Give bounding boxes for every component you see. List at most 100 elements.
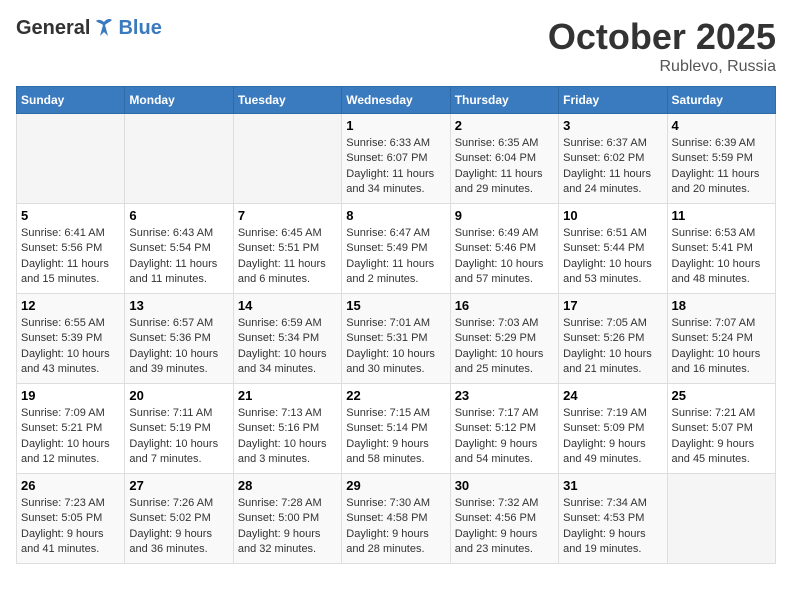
calendar-cell: 29 Sunrise: 7:30 AM Sunset: 4:58 PM Dayli… [342,474,450,564]
day-content: Sunrise: 7:01 AM Sunset: 5:31 PM Dayligh… [346,316,445,378]
day-content: Sunrise: 6:47 AM Sunset: 5:49 PM Dayligh… [346,226,445,288]
calendar-cell: 3Sunrise: 6:37 AM Sunset: 6:02 PM Daylig… [559,114,667,204]
day-content: Sunrise: 6:35 AM Sunset: 6:04 PM Dayligh… [455,136,554,198]
day-number: 10 [563,208,662,223]
calendar-cell: 30 Sunrise: 7:32 AM Sunset: 4:56 PM Dayli… [450,474,558,564]
calendar-cell: 16 Sunrise: 7:03 AM Sunset: 5:29 PM Dayli… [450,294,558,384]
calendar-cell [125,114,233,204]
day-number: 23 [455,388,554,403]
day-content: Sunrise: 6:33 AM Sunset: 6:07 PM Dayligh… [346,136,445,198]
calendar-week-4: 19Sunrise: 7:09 AM Sunset: 5:21 PM Dayli… [17,384,776,474]
day-number: 13 [129,298,228,313]
calendar-cell [667,474,775,564]
calendar-cell: 8Sunrise: 6:47 AM Sunset: 5:49 PM Daylig… [342,204,450,294]
calendar-cell: 5 Sunrise: 6:41 AM Sunset: 5:56 PM Daylig… [17,204,125,294]
calendar-table: SundayMondayTuesdayWednesdayThursdayFrid… [16,86,776,564]
day-content: Sunrise: 7:13 AM Sunset: 5:16 PM Dayligh… [238,406,337,468]
calendar-cell: 22 Sunrise: 7:15 AM Sunset: 5:14 PM Dayli… [342,384,450,474]
day-content: Sunrise: 7:17 AM Sunset: 5:12 PM Dayligh… [455,406,554,468]
day-number: 16 [455,298,554,313]
calendar-cell: 4Sunrise: 6:39 AM Sunset: 5:59 PM Daylig… [667,114,775,204]
header: General Blue October 2025 Rublevo, Russi… [16,16,776,76]
day-number: 15 [346,298,445,313]
calendar-week-1: 1 Sunrise: 6:33 AM Sunset: 6:07 PM Daylig… [17,114,776,204]
weekday-header-friday: Friday [559,87,667,114]
weekday-header-row: SundayMondayTuesdayWednesdayThursdayFrid… [17,87,776,114]
calendar-cell: 12Sunrise: 6:55 AM Sunset: 5:39 PM Dayli… [17,294,125,384]
calendar-cell: 28 Sunrise: 7:28 AM Sunset: 5:00 PM Dayli… [233,474,341,564]
day-number: 9 [455,208,554,223]
day-content: Sunrise: 6:57 AM Sunset: 5:36 PM Dayligh… [129,316,228,378]
calendar-cell: 9 Sunrise: 6:49 AM Sunset: 5:46 PM Daylig… [450,204,558,294]
day-number: 17 [563,298,662,313]
day-number: 29 [346,478,445,493]
day-content: Sunrise: 6:41 AM Sunset: 5:56 PM Dayligh… [21,226,120,288]
day-content: Sunrise: 6:59 AM Sunset: 5:34 PM Dayligh… [238,316,337,378]
calendar-cell: 2Sunrise: 6:35 AM Sunset: 6:04 PM Daylig… [450,114,558,204]
day-content: Sunrise: 7:15 AM Sunset: 5:14 PM Dayligh… [346,406,445,468]
logo-general-text: General [16,17,90,40]
day-content: Sunrise: 6:43 AM Sunset: 5:54 PM Dayligh… [129,226,228,288]
calendar-cell: 31 Sunrise: 7:34 AM Sunset: 4:53 PM Dayli… [559,474,667,564]
weekday-header-saturday: Saturday [667,87,775,114]
calendar-cell: 26 Sunrise: 7:23 AM Sunset: 5:05 PM Dayli… [17,474,125,564]
logo-blue-text: Blue [118,17,161,40]
day-number: 12 [21,298,120,313]
logo-bird-icon [92,16,116,40]
day-number: 1 [346,118,445,133]
day-number: 21 [238,388,337,403]
location: Rublevo, Russia [548,58,776,76]
day-content: Sunrise: 6:53 AM Sunset: 5:41 PM Dayligh… [672,226,771,288]
weekday-header-monday: Monday [125,87,233,114]
calendar-cell: 19Sunrise: 7:09 AM Sunset: 5:21 PM Dayli… [17,384,125,474]
day-content: Sunrise: 7:21 AM Sunset: 5:07 PM Dayligh… [672,406,771,468]
day-number: 19 [21,388,120,403]
calendar-cell: 11 Sunrise: 6:53 AM Sunset: 5:41 PM Dayli… [667,204,775,294]
calendar-cell: 24Sunrise: 7:19 AM Sunset: 5:09 PM Dayli… [559,384,667,474]
day-content: Sunrise: 7:05 AM Sunset: 5:26 PM Dayligh… [563,316,662,378]
calendar-cell: 10 Sunrise: 6:51 AM Sunset: 5:44 PM Dayli… [559,204,667,294]
title-area: October 2025 Rublevo, Russia [548,16,776,76]
day-number: 30 [455,478,554,493]
day-content: Sunrise: 7:30 AM Sunset: 4:58 PM Dayligh… [346,496,445,558]
day-content: Sunrise: 7:34 AM Sunset: 4:53 PM Dayligh… [563,496,662,558]
weekday-header-tuesday: Tuesday [233,87,341,114]
day-number: 31 [563,478,662,493]
day-content: Sunrise: 7:26 AM Sunset: 5:02 PM Dayligh… [129,496,228,558]
day-content: Sunrise: 7:03 AM Sunset: 5:29 PM Dayligh… [455,316,554,378]
day-content: Sunrise: 6:49 AM Sunset: 5:46 PM Dayligh… [455,226,554,288]
day-content: Sunrise: 7:23 AM Sunset: 5:05 PM Dayligh… [21,496,120,558]
day-number: 27 [129,478,228,493]
calendar-cell: 7Sunrise: 6:45 AM Sunset: 5:51 PM Daylig… [233,204,341,294]
day-content: Sunrise: 6:51 AM Sunset: 5:44 PM Dayligh… [563,226,662,288]
day-number: 11 [672,208,771,223]
day-number: 5 [21,208,120,223]
logo: General Blue [16,16,162,40]
day-number: 14 [238,298,337,313]
day-content: Sunrise: 7:11 AM Sunset: 5:19 PM Dayligh… [129,406,228,468]
calendar-cell: 13 Sunrise: 6:57 AM Sunset: 5:36 PM Dayli… [125,294,233,384]
logo-icon: General Blue [16,16,162,40]
day-number: 22 [346,388,445,403]
calendar-cell: 6 Sunrise: 6:43 AM Sunset: 5:54 PM Daylig… [125,204,233,294]
day-number: 24 [563,388,662,403]
calendar-cell: 1 Sunrise: 6:33 AM Sunset: 6:07 PM Daylig… [342,114,450,204]
month-title: October 2025 [548,16,776,58]
calendar-cell: 20 Sunrise: 7:11 AM Sunset: 5:19 PM Dayli… [125,384,233,474]
calendar-week-2: 5 Sunrise: 6:41 AM Sunset: 5:56 PM Daylig… [17,204,776,294]
day-number: 20 [129,388,228,403]
calendar-cell: 27 Sunrise: 7:26 AM Sunset: 5:02 PM Dayli… [125,474,233,564]
day-number: 26 [21,478,120,493]
day-number: 6 [129,208,228,223]
weekday-header-thursday: Thursday [450,87,558,114]
day-number: 18 [672,298,771,313]
day-content: Sunrise: 7:28 AM Sunset: 5:00 PM Dayligh… [238,496,337,558]
day-number: 28 [238,478,337,493]
day-number: 7 [238,208,337,223]
calendar-cell [17,114,125,204]
weekday-header-sunday: Sunday [17,87,125,114]
day-content: Sunrise: 7:32 AM Sunset: 4:56 PM Dayligh… [455,496,554,558]
day-content: Sunrise: 6:37 AM Sunset: 6:02 PM Dayligh… [563,136,662,198]
day-content: Sunrise: 6:39 AM Sunset: 5:59 PM Dayligh… [672,136,771,198]
calendar-cell: 23 Sunrise: 7:17 AM Sunset: 5:12 PM Dayli… [450,384,558,474]
